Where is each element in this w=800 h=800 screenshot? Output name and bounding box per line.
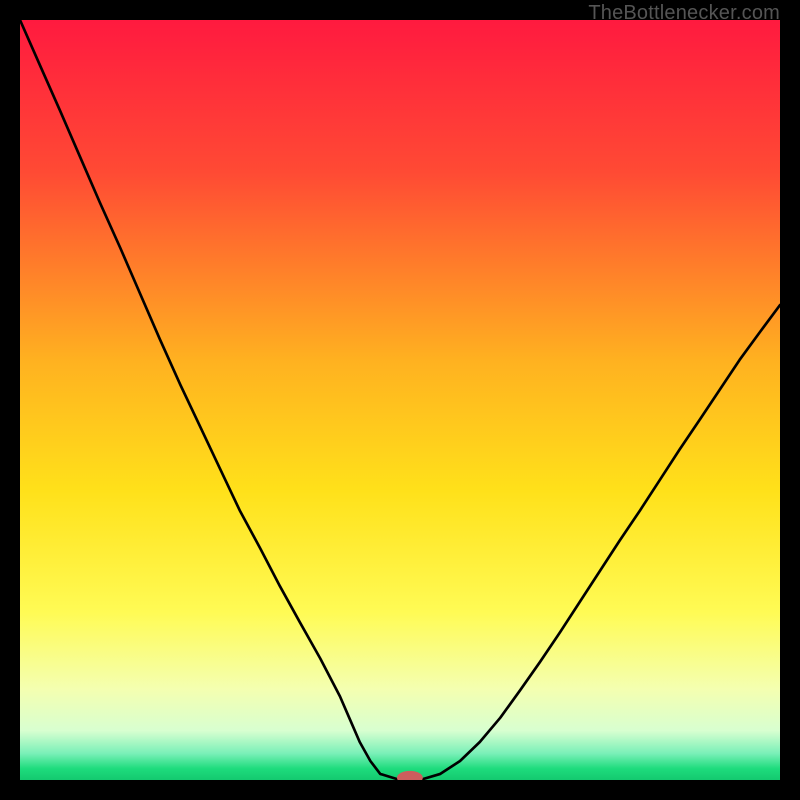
chart-frame: TheBottlenecker.com xyxy=(0,0,800,800)
bottleneck-chart xyxy=(20,20,780,780)
chart-background xyxy=(20,20,780,780)
